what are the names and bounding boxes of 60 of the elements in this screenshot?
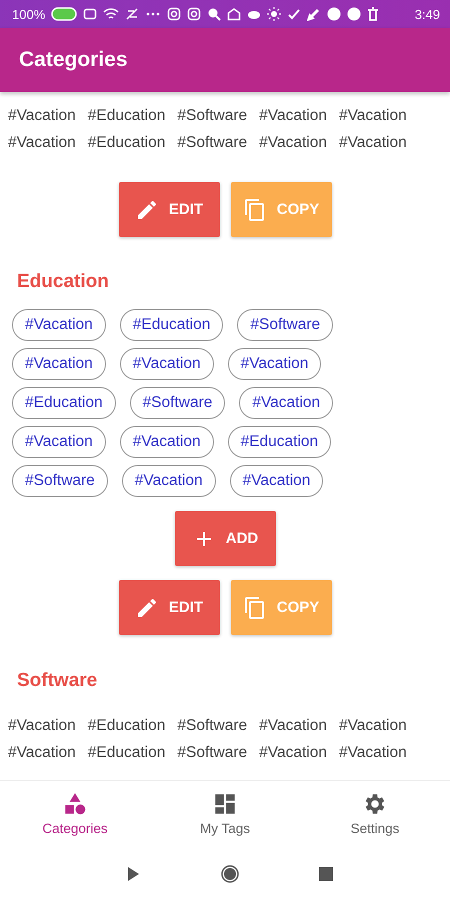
- camera-icon: [187, 7, 202, 21]
- category-title: Education: [16, 270, 110, 294]
- tag-chip[interactable]: #Vacation: [228, 348, 322, 380]
- battery-level: 100%: [12, 6, 46, 22]
- tag-text: #Vacation: [338, 106, 407, 126]
- tag-text: #Vacation: [338, 743, 407, 763]
- tag-chip[interactable]: #Vacation: [230, 465, 324, 497]
- edit-button[interactable]: EDIT: [118, 580, 220, 635]
- sync-off-icon: [125, 7, 140, 21]
- tag-text: #Education: [88, 716, 166, 736]
- tag-text: #Education: [88, 106, 166, 126]
- tag-chip[interactable]: #Vacation: [122, 465, 216, 497]
- tag-text: #Vacation: [8, 133, 76, 153]
- tag-text: #Vacation: [8, 106, 76, 126]
- tag-text: #Vacation: [338, 133, 407, 153]
- sun-icon: [267, 7, 282, 21]
- tag-chip[interactable]: #Education: [120, 309, 224, 341]
- tag-chip[interactable]: #Software: [130, 387, 226, 419]
- tag-text: #Vacation: [8, 716, 76, 736]
- tag-text: #Education: [88, 743, 166, 763]
- tag-text: #Software: [177, 743, 248, 763]
- notification-icon: [83, 7, 98, 21]
- tag-text: #Vacation: [259, 716, 327, 736]
- tag-chip[interactable]: #Education: [12, 387, 116, 419]
- nav-tab[interactable]: Categories: [0, 781, 150, 848]
- category-title: Software: [16, 669, 98, 693]
- tag-chip[interactable]: #Software: [12, 465, 108, 497]
- tag-chip[interactable]: #Vacation: [120, 426, 214, 458]
- tag-text: #Software: [177, 133, 248, 153]
- screen-title: Categories: [19, 48, 128, 72]
- wifi-icon: [103, 7, 120, 21]
- clock-time: 3:49: [414, 6, 440, 22]
- tag-text: #Education: [88, 133, 166, 153]
- tag-chip[interactable]: #Vacation: [12, 348, 106, 380]
- trash-icon: [367, 7, 380, 21]
- camera-icon: [167, 7, 182, 21]
- edit-button[interactable]: EDIT: [118, 182, 220, 237]
- tag-chip[interactable]: #Vacation: [12, 426, 106, 458]
- circle-icon: [221, 865, 239, 883]
- tag-text: #Vacation: [259, 106, 327, 126]
- tag-text: #Software: [177, 106, 248, 126]
- tag-chip[interactable]: #Vacation: [120, 348, 214, 380]
- square-icon: [317, 865, 335, 883]
- add-button[interactable]: ADD: [174, 511, 276, 566]
- check-icon: [287, 7, 302, 21]
- tag-text: #Vacation: [259, 743, 327, 763]
- nav-tab[interactable]: My Tags: [150, 781, 300, 848]
- tag-chip[interactable]: #Vacation: [239, 387, 334, 419]
- copy-icon: [242, 596, 267, 620]
- tag-chip[interactable]: #Software: [237, 309, 334, 341]
- battery-icon: [51, 7, 78, 21]
- tag-text: #Vacation: [259, 133, 327, 153]
- copy-icon: [242, 198, 267, 222]
- tag-chip[interactable]: #Vacation: [12, 309, 106, 341]
- nav-tab[interactable]: Settings: [300, 781, 450, 848]
- search-icon: [207, 7, 222, 21]
- tag-chip[interactable]: #Education: [228, 426, 332, 458]
- tag-text: #Vacation: [338, 716, 407, 736]
- tag-text: #Software: [177, 716, 248, 736]
- tag-text: #Vacation: [8, 743, 76, 763]
